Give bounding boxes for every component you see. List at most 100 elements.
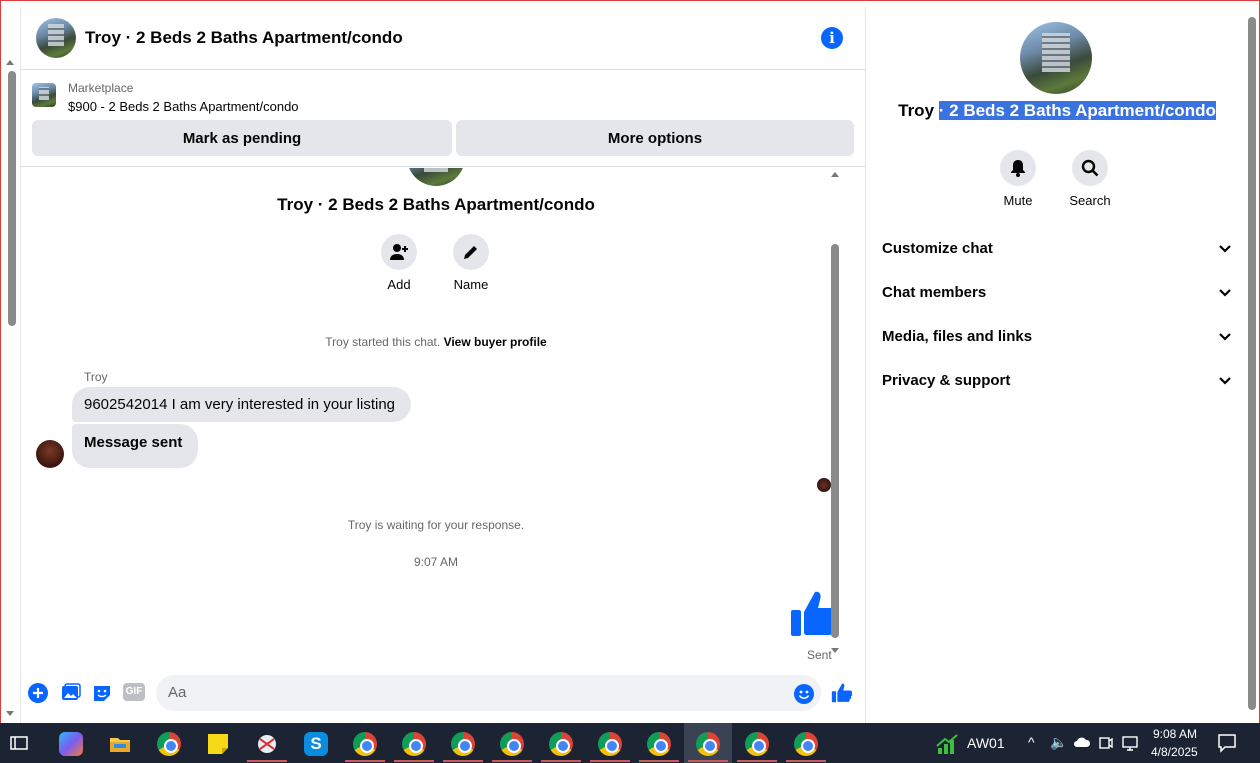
sticky-notes-icon[interactable] xyxy=(206,732,230,756)
messages-scrollbar[interactable] xyxy=(829,170,841,654)
scrollbar-thumb[interactable] xyxy=(831,244,839,638)
search-label: Search xyxy=(1069,193,1111,208)
chrome-icon[interactable] xyxy=(696,732,720,756)
running-indicator xyxy=(737,760,777,762)
sender-avatar[interactable] xyxy=(36,440,64,468)
running-indicator xyxy=(688,760,728,762)
message-composer: GIF Aa xyxy=(21,672,865,712)
section-label: Chat members xyxy=(882,283,987,301)
listing-thumbnail[interactable] xyxy=(32,83,56,107)
search-button[interactable]: Search xyxy=(1060,150,1120,208)
mark-as-pending-button[interactable]: Mark as pending xyxy=(32,120,452,156)
running-indicator xyxy=(786,760,826,762)
more-options-button[interactable]: More options xyxy=(456,120,854,156)
section-label: Media, files and links xyxy=(882,327,1033,345)
listing-title[interactable]: $900 - 2 Beds 2 Baths Apartment/condo xyxy=(68,99,299,114)
mute-label: Mute xyxy=(1003,193,1033,208)
snipping-tool-icon[interactable] xyxy=(255,732,279,756)
copilot-icon[interactable] xyxy=(59,732,83,756)
chrome-icon[interactable] xyxy=(549,732,573,756)
message-bubble[interactable]: Message sent xyxy=(72,424,199,468)
edit-name-button[interactable]: Name xyxy=(441,234,501,292)
chevron-up-icon[interactable]: ^ xyxy=(1028,734,1035,750)
customize-chat-section[interactable]: Customize chat xyxy=(882,236,1232,260)
meet-icon[interactable] xyxy=(1099,735,1113,751)
running-indicator xyxy=(590,760,630,762)
file-explorer-icon[interactable] xyxy=(108,732,132,756)
stock-chart-icon[interactable] xyxy=(935,732,959,756)
add-people-button[interactable]: Add xyxy=(369,234,429,292)
add-label: Add xyxy=(387,277,411,292)
scrollbar-thumb[interactable] xyxy=(1248,17,1256,710)
name-label: Name xyxy=(453,277,489,292)
tray-label[interactable]: AW01 xyxy=(967,735,1005,751)
pencil-icon xyxy=(453,234,489,270)
message-list: Troy · 2 Beds 2 Baths Apartment/condo Ad… xyxy=(21,168,865,664)
running-indicator xyxy=(345,760,385,762)
chrome-icon[interactable] xyxy=(647,732,671,756)
media-files-links-section[interactable]: Media, files and links xyxy=(882,324,1232,348)
sticker-icon[interactable] xyxy=(92,683,112,703)
windows-taskbar: S AW01 ^ 🔈 9:08 AM 4/8/2025 xyxy=(0,723,1260,763)
task-view-icon[interactable] xyxy=(9,733,29,753)
chrome-icon[interactable] xyxy=(353,732,377,756)
chat-started-notice: Troy started this chat. View buyer profi… xyxy=(21,335,851,349)
chrome-icon[interactable] xyxy=(794,732,818,756)
chrome-icon[interactable] xyxy=(500,732,524,756)
notification-icon[interactable] xyxy=(1217,733,1237,753)
running-indicator xyxy=(443,760,483,762)
window-scrollbar[interactable] xyxy=(4,55,16,720)
chat-title[interactable]: Troy · 2 Beds 2 Baths Apartment/condo xyxy=(85,28,403,48)
view-buyer-profile-link[interactable]: View buyer profile xyxy=(444,335,547,349)
plus-icon[interactable] xyxy=(28,683,48,703)
chrome-icon[interactable] xyxy=(745,732,769,756)
clock-date[interactable]: 4/8/2025 xyxy=(1151,745,1198,759)
chat-members-section[interactable]: Chat members xyxy=(882,280,1232,304)
add-person-icon xyxy=(381,234,417,270)
running-indicator xyxy=(394,760,434,762)
chrome-icon[interactable] xyxy=(451,732,475,756)
chevron-down-icon xyxy=(1219,245,1231,253)
message-input[interactable]: Aa xyxy=(156,675,821,711)
speaker-icon[interactable]: 🔈 xyxy=(1050,734,1067,751)
conversation-avatar xyxy=(407,168,465,186)
thumbs-up-icon[interactable] xyxy=(831,682,853,704)
scrollbar-thumb[interactable] xyxy=(8,71,16,326)
started-text: Troy started this chat. xyxy=(325,335,441,349)
photo-icon[interactable] xyxy=(61,683,81,703)
skype-icon[interactable]: S xyxy=(304,732,328,756)
right-panel-scrollbar[interactable] xyxy=(1247,7,1258,723)
scroll-up-arrow[interactable] xyxy=(6,60,14,65)
chat-details-panel: Troy · 2 Beds 2 Baths Apartment/condo Mu… xyxy=(867,7,1247,723)
chrome-icon[interactable] xyxy=(157,732,181,756)
running-indicator xyxy=(492,760,532,762)
details-title-prefix: Troy xyxy=(898,101,935,120)
mute-button[interactable]: Mute xyxy=(988,150,1048,208)
scroll-down-arrow[interactable] xyxy=(831,648,839,653)
gif-icon[interactable]: GIF xyxy=(123,683,145,701)
network-icon[interactable] xyxy=(1122,735,1138,751)
section-label: Privacy & support xyxy=(882,371,1011,389)
section-label: Customize chat xyxy=(882,239,993,257)
clock-time[interactable]: 9:08 AM xyxy=(1153,727,1197,741)
cloud-icon[interactable] xyxy=(1073,735,1091,749)
chat-panel: Troy · 2 Beds 2 Baths Apartment/condo i … xyxy=(20,7,866,723)
scroll-down-arrow[interactable] xyxy=(6,711,14,716)
info-icon[interactable]: i xyxy=(821,27,843,49)
emoji-icon[interactable] xyxy=(794,684,814,704)
listing-avatar[interactable] xyxy=(36,18,76,58)
chrome-icon[interactable] xyxy=(598,732,622,756)
search-icon xyxy=(1072,150,1108,186)
waiting-notice: Troy is waiting for your response. xyxy=(347,518,525,532)
details-avatar[interactable] xyxy=(1020,22,1092,94)
chat-header: Troy · 2 Beds 2 Baths Apartment/condo i xyxy=(21,7,865,70)
listing-card: Marketplace $900 - 2 Beds 2 Baths Apartm… xyxy=(21,70,865,167)
details-title[interactable]: Troy · 2 Beds 2 Baths Apartment/condo xyxy=(867,101,1247,121)
chrome-icon[interactable] xyxy=(402,732,426,756)
chevron-down-icon xyxy=(1219,377,1231,385)
scroll-up-arrow[interactable] xyxy=(831,172,839,177)
privacy-support-section[interactable]: Privacy & support xyxy=(882,368,1232,392)
message-bubble[interactable]: 9602542014 I am very interested in your … xyxy=(72,387,412,422)
selected-text: · 2 Beds 2 Baths Apartment/condo xyxy=(938,101,1216,120)
sent-status: Sent xyxy=(807,648,832,662)
